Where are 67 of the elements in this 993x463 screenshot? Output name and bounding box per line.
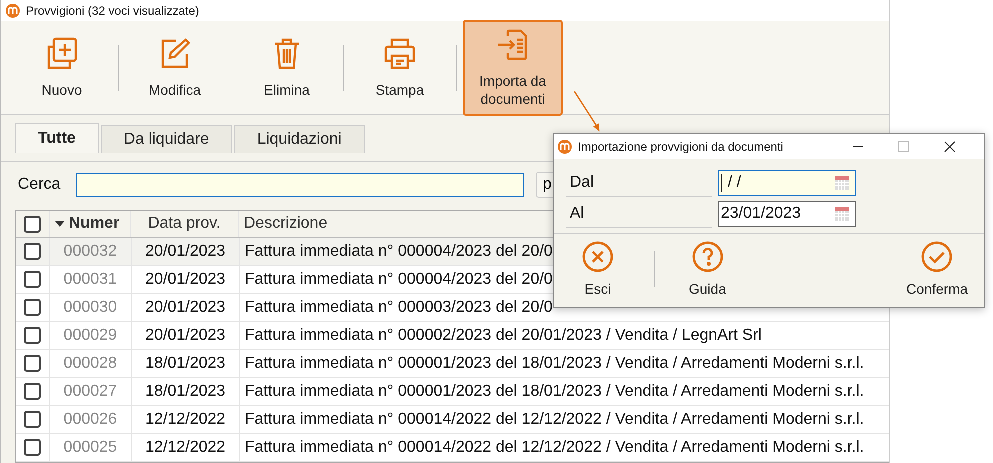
dialog-title: Importazione provvigioni da documenti xyxy=(578,140,784,154)
checkbox[interactable] xyxy=(24,355,41,372)
table-cell: 20/01/2023 xyxy=(132,238,240,265)
field-label: Al xyxy=(566,200,712,228)
table-cell: 12/12/2022 xyxy=(132,406,240,433)
table-cell: Fattura immediata n° 000001/2023 del 18/01/2023 / Vendita / Arredamenti Moderni s.r.l. xyxy=(245,354,864,372)
toolbar-button[interactable]: Elimina xyxy=(237,20,337,116)
tab[interactable]: Da liquidare xyxy=(100,125,232,153)
dialog-button[interactable]: Conferma xyxy=(906,241,968,297)
table-cell: 000031 xyxy=(50,266,132,293)
table-cell: 000030 xyxy=(50,294,132,321)
toolbar-button[interactable]: Nuovo xyxy=(12,20,112,116)
table-cell: Fattura immediata n° 000014/2022 del 12/12/2022 / Vendita / Arredamenti Moderni s.r.l. xyxy=(245,410,864,428)
table-cell: 000028 xyxy=(50,350,132,377)
checkbox[interactable] xyxy=(24,383,41,400)
close-icon[interactable] xyxy=(944,140,956,152)
table-cell: 18/01/2023 xyxy=(132,350,240,377)
table-cell: 20/01/2023 xyxy=(132,294,240,321)
table-cell: Fattura immediata n° 000002/2023 del 20/01/2023 / Vendita / LegnArt Srl xyxy=(245,326,762,344)
table-cell: 000026 xyxy=(50,406,132,433)
checkbox[interactable] xyxy=(24,299,41,316)
search-field[interactable] xyxy=(76,173,524,197)
checkbox[interactable] xyxy=(24,216,41,232)
app-logo-icon xyxy=(6,4,20,18)
dialog-button[interactable]: Guida xyxy=(689,241,726,297)
table-cell: 18/01/2023 xyxy=(132,378,240,405)
calendar-icon[interactable] xyxy=(834,174,850,190)
field-label: Dal xyxy=(566,168,712,196)
table-cell: 20/01/2023 xyxy=(132,322,240,349)
table-cell: 000025 xyxy=(50,434,132,461)
column-header[interactable]: Numer xyxy=(50,211,131,237)
window-title: Provvigioni (32 voci visualizzate) xyxy=(26,4,200,18)
calendar-icon[interactable] xyxy=(834,206,850,222)
add-icon xyxy=(45,36,79,70)
date-field[interactable]: 23/01/2023 xyxy=(718,200,856,226)
table-cell: 12/12/2022 xyxy=(132,434,240,461)
date-field[interactable]: / / xyxy=(718,170,856,196)
tab[interactable]: Tutte xyxy=(15,123,99,153)
check-circle-icon xyxy=(921,241,954,273)
table-cell: Fattura immediata n° 000014/2022 del 12/12/2022 / Vendita / Arredamenti Moderni s.r.l. xyxy=(245,438,864,456)
table-cell: 20/01/2023 xyxy=(132,266,240,293)
table-cell: Fattura immediata n° 000004/2023 del 20/0 xyxy=(245,270,553,288)
checkbox[interactable] xyxy=(24,327,41,344)
dialog-button[interactable]: Esci xyxy=(582,241,614,297)
checkbox[interactable] xyxy=(24,411,41,428)
column-header[interactable]: Data prov. xyxy=(131,211,239,237)
table-cell: 000032 xyxy=(50,238,132,265)
search-label: Cerca xyxy=(18,176,62,194)
annotation-arrow xyxy=(574,91,601,133)
table-cell: Fattura immediata n° 000004/2023 del 20/0 xyxy=(245,242,553,260)
toolbar-button[interactable]: Modifica xyxy=(125,20,225,116)
app-logo-icon xyxy=(558,140,572,154)
table-cell: 000027 xyxy=(50,378,132,405)
checkbox[interactable] xyxy=(24,243,41,260)
table-cell: Fattura immediata n° 000001/2023 del 18/01/2023 / Vendita / Arredamenti Moderni s.r.l. xyxy=(245,382,864,400)
toolbar-button[interactable]: Importa da documenti xyxy=(463,20,563,116)
table-cell: Fattura immediata n° 000003/2023 del 20/0 xyxy=(245,298,553,316)
toolbar-button[interactable]: Stampa xyxy=(350,20,450,116)
help-icon xyxy=(692,241,724,273)
import-document-icon xyxy=(496,28,530,62)
tab[interactable]: Liquidazioni xyxy=(234,125,365,153)
checkbox[interactable] xyxy=(24,439,41,456)
table-cell: 000029 xyxy=(50,322,132,349)
checkbox[interactable] xyxy=(24,271,41,288)
printer-icon xyxy=(383,36,417,70)
close-circle-icon xyxy=(582,241,614,273)
sort-down-icon xyxy=(55,221,65,227)
